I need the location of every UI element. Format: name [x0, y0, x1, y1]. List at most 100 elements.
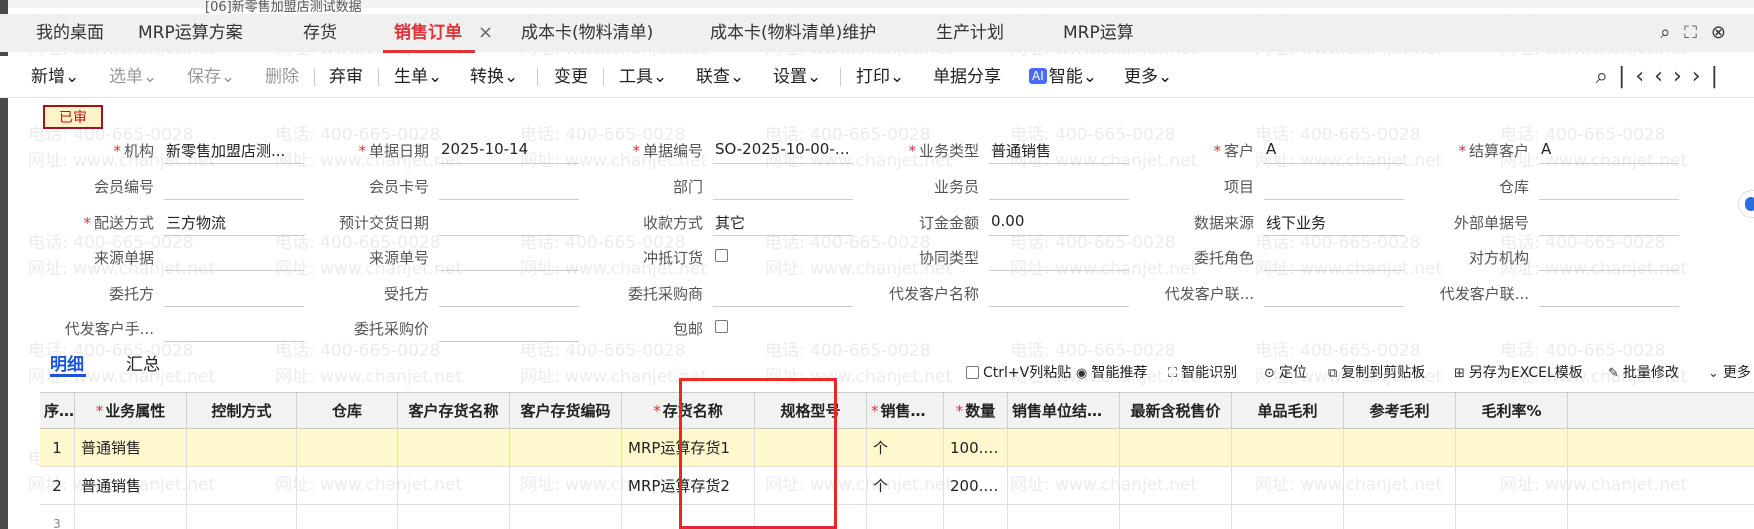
table-cell[interactable]	[297, 505, 398, 529]
table-cell[interactable]	[1344, 429, 1456, 467]
field-value[interactable]	[439, 318, 579, 342]
table-cell[interactable]	[1344, 467, 1456, 505]
column-header[interactable]: 控制方式	[187, 393, 297, 429]
next-record-icon[interactable]: ›	[1673, 64, 1692, 89]
field-value[interactable]: 2025-10-14	[439, 140, 579, 164]
paste-column-toggle[interactable]: Ctrl+V列粘贴	[966, 362, 1071, 382]
last-record-icon[interactable]: ›|	[1692, 64, 1728, 89]
table-cell[interactable]	[1120, 467, 1232, 505]
tab-detail[interactable]: 明细	[50, 350, 84, 375]
field-value[interactable]	[164, 176, 304, 200]
ai-button[interactable]: AI 智能⌄	[1029, 56, 1097, 98]
column-header[interactable]: 仓库	[297, 393, 398, 429]
delete-button[interactable]: 删除	[265, 56, 299, 98]
convert-button[interactable]: 转换⌄	[470, 56, 518, 98]
column-header[interactable]: * 数量	[944, 393, 1008, 429]
checkbox[interactable]	[966, 366, 979, 379]
close-window-icon[interactable]: ⊗	[1711, 22, 1740, 43]
field-value[interactable]	[1264, 176, 1404, 200]
table-cell[interactable]	[510, 467, 622, 505]
checkbox[interactable]	[715, 249, 728, 262]
checkbox[interactable]	[715, 320, 728, 333]
column-header[interactable]: 参考毛利	[1344, 393, 1456, 429]
field-value[interactable]	[1539, 176, 1679, 200]
table-cell[interactable]	[1232, 429, 1344, 467]
tab-inventory[interactable]: 存货	[303, 14, 337, 52]
new-button[interactable]: 新增⌄	[31, 56, 79, 98]
table-cell[interactable]	[1008, 429, 1120, 467]
batch-edit-button[interactable]: ✎ 批量修改	[1608, 362, 1679, 382]
table-cell[interactable]	[1456, 467, 1568, 505]
table-row[interactable]: 3	[40, 505, 1754, 529]
generate-button[interactable]: 生单⌄	[394, 56, 442, 98]
field-value[interactable]: 三方物流	[164, 212, 304, 236]
table-cell[interactable]: 普通销售	[75, 429, 187, 467]
column-header[interactable]: * 销售单位	[867, 393, 944, 429]
tab-summary[interactable]: 汇总	[126, 350, 160, 375]
tools-button[interactable]: 工具⌄	[619, 56, 667, 98]
grid-more-button[interactable]: ⌄ 更多	[1708, 362, 1751, 382]
close-icon[interactable]: ×	[478, 14, 493, 52]
field-value[interactable]: 线下业务	[1264, 212, 1404, 236]
field-value[interactable]	[1539, 247, 1679, 271]
table-cell[interactable]	[187, 429, 297, 467]
first-record-icon[interactable]: |‹	[1618, 64, 1654, 89]
table-cell[interactable]	[297, 429, 398, 467]
prev-record-icon[interactable]: ‹	[1654, 64, 1673, 89]
field-value[interactable]	[164, 318, 304, 342]
tab-desktop[interactable]: 我的桌面	[36, 14, 104, 52]
table-cell[interactable]	[398, 467, 510, 505]
table-cell[interactable]	[297, 467, 398, 505]
table-cell[interactable]	[1120, 505, 1232, 529]
table-cell[interactable]	[944, 505, 1008, 529]
table-cell[interactable]	[1344, 505, 1456, 529]
column-header[interactable]: 客户存货编码	[510, 393, 622, 429]
column-header[interactable]: 客户存货名称	[398, 393, 510, 429]
table-cell[interactable]	[1008, 467, 1120, 505]
table-cell[interactable]	[187, 505, 297, 529]
field-value[interactable]: A	[1539, 140, 1679, 164]
field-value[interactable]	[989, 247, 1129, 271]
table-row[interactable]: 1 普通销售 MRP运算存货1 个 100.0...	[40, 429, 1754, 467]
table-cell[interactable]	[510, 505, 622, 529]
change-button[interactable]: 变更	[554, 56, 588, 98]
column-header[interactable]: 序号	[40, 393, 75, 429]
column-header[interactable]: * 业务属性	[75, 393, 187, 429]
field-value[interactable]	[713, 176, 853, 200]
table-cell[interactable]	[867, 505, 944, 529]
table-cell[interactable]: 200.0...	[944, 467, 1008, 505]
assistant-float-icon[interactable]	[1738, 190, 1754, 218]
settings-button[interactable]: 设置⌄	[773, 56, 821, 98]
field-value[interactable]: 普通销售	[989, 140, 1129, 164]
copy-to-clipboard-button[interactable]: ⧉ 复制到剪贴板	[1328, 362, 1425, 382]
field-value[interactable]: A	[1264, 140, 1404, 164]
field-value[interactable]	[164, 283, 304, 307]
table-row[interactable]: 2 普通销售 MRP运算存货2 个 200.0...	[40, 467, 1754, 505]
field-value[interactable]	[989, 283, 1129, 307]
field-value[interactable]	[713, 283, 853, 307]
field-value[interactable]	[439, 176, 579, 200]
field-value[interactable]	[1264, 247, 1404, 271]
column-header[interactable]: 毛利率%	[1456, 393, 1568, 429]
fullscreen-icon[interactable]: ⛶	[1684, 22, 1711, 43]
table-cell[interactable]	[510, 429, 622, 467]
tab-mrp-plan[interactable]: MRP运算方案	[138, 14, 243, 52]
table-cell[interactable]: 100.0...	[944, 429, 1008, 467]
field-value[interactable]	[439, 283, 579, 307]
table-cell[interactable]	[1232, 467, 1344, 505]
table-cell[interactable]	[1232, 505, 1344, 529]
field-value[interactable]	[1264, 283, 1404, 307]
column-header[interactable]: 销售单位结存...	[1008, 393, 1120, 429]
search-doc-icon[interactable]: ⌕	[1596, 64, 1618, 89]
table-cell[interactable]: 个	[867, 467, 944, 505]
table-cell[interactable]	[398, 505, 510, 529]
field-value[interactable]: 新零售加盟店测...	[164, 140, 304, 164]
table-cell[interactable]	[1120, 429, 1232, 467]
tab-cost-card[interactable]: 成本卡(物料清单)	[521, 14, 653, 52]
field-value[interactable]	[1539, 283, 1679, 307]
select-button[interactable]: 选单⌄	[109, 56, 157, 98]
field-value[interactable]	[989, 176, 1129, 200]
recognize-button[interactable]: ⛶ 智能识别	[1168, 362, 1237, 382]
table-cell[interactable]: 普通销售	[75, 467, 187, 505]
locate-button[interactable]: ⊙ 定位	[1264, 362, 1307, 382]
